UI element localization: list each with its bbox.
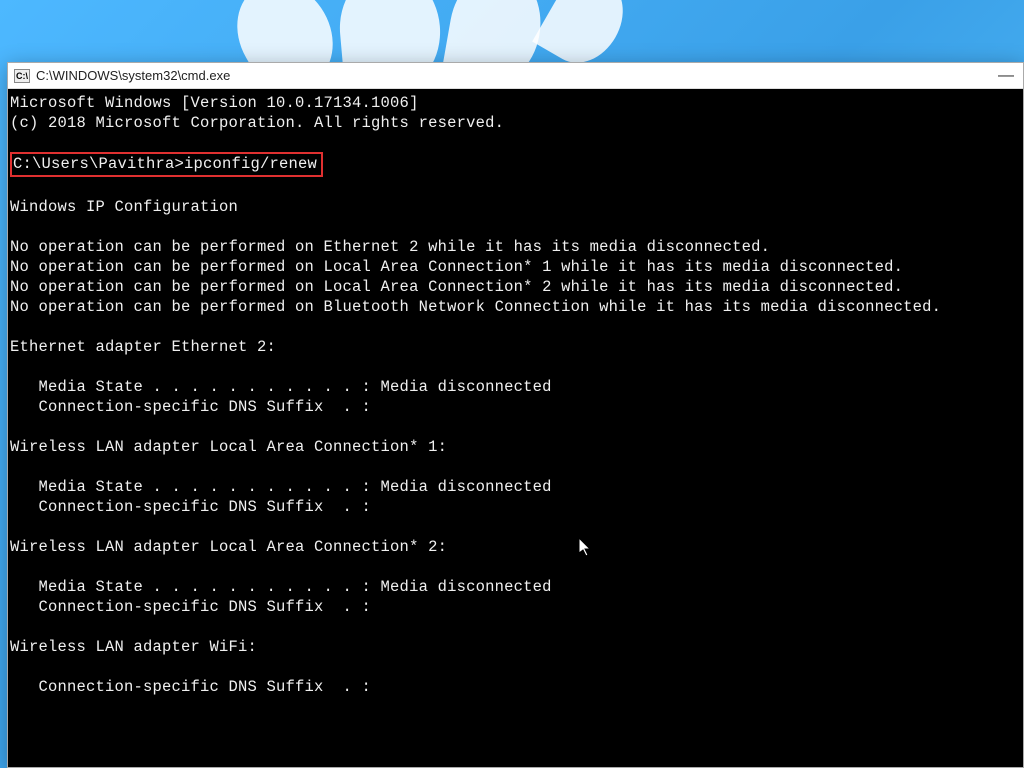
minimize-button[interactable]: — — [999, 69, 1013, 83]
terminal-line: Ethernet adapter Ethernet 2: — [10, 338, 276, 356]
terminal-line: Media State . . . . . . . . . . . : Medi… — [10, 578, 552, 596]
terminal-line: Connection-specific DNS Suffix . : — [10, 598, 371, 616]
terminal-line: Media State . . . . . . . . . . . : Medi… — [10, 478, 552, 496]
terminal-line: No operation can be performed on Local A… — [10, 278, 903, 296]
highlighted-command: C:\Users\Pavithra>ipconfig/renew — [10, 152, 323, 177]
terminal-line: No operation can be performed on Etherne… — [10, 238, 770, 256]
terminal-line: Connection-specific DNS Suffix . : — [10, 398, 371, 416]
window-titlebar[interactable]: C:\ C:\WINDOWS\system32\cmd.exe — — [8, 63, 1023, 89]
terminal-line: Microsoft Windows [Version 10.0.17134.10… — [10, 94, 419, 112]
cmd-icon: C:\ — [14, 69, 30, 83]
terminal-line: Connection-specific DNS Suffix . : — [10, 678, 371, 696]
terminal-output[interactable]: Microsoft Windows [Version 10.0.17134.10… — [8, 89, 1023, 767]
terminal-line: Wireless LAN adapter Local Area Connecti… — [10, 538, 447, 556]
terminal-line: Windows IP Configuration — [10, 198, 238, 216]
terminal-line: No operation can be performed on Bluetoo… — [10, 298, 941, 316]
terminal-line: Wireless LAN adapter WiFi: — [10, 638, 257, 656]
cmd-window: C:\ C:\WINDOWS\system32\cmd.exe — Micros… — [7, 62, 1024, 768]
window-title: C:\WINDOWS\system32\cmd.exe — [36, 68, 230, 83]
terminal-line: Wireless LAN adapter Local Area Connecti… — [10, 438, 447, 456]
terminal-line: No operation can be performed on Local A… — [10, 258, 903, 276]
terminal-line: Connection-specific DNS Suffix . : — [10, 498, 371, 516]
terminal-line: Media State . . . . . . . . . . . : Medi… — [10, 378, 552, 396]
terminal-line: (c) 2018 Microsoft Corporation. All righ… — [10, 114, 504, 132]
